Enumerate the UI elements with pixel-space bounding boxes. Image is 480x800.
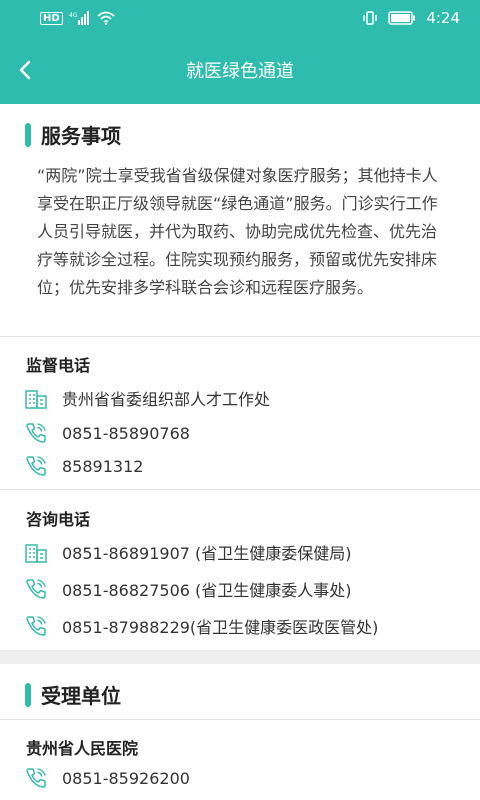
section-accent-bar (25, 682, 31, 707)
building-icon (25, 390, 47, 409)
units-section-header: 受理单位 (0, 680, 480, 709)
supervision-phone-text: 0851-85890768 (62, 423, 190, 443)
title-bar: 就医绿色通道 (0, 36, 480, 104)
phone-icon (26, 579, 46, 599)
page-title: 就医绿色通道 (186, 61, 294, 82)
status-left: HD 4G (40, 11, 115, 25)
service-section-header: 服务事项 (0, 120, 480, 149)
signal-icon: 4G (69, 11, 89, 25)
consult-row[interactable]: 0851-87988229(省卫生健康委医政医管处) (24, 614, 378, 638)
phone-icon (26, 616, 46, 636)
phone-icon (26, 423, 46, 443)
vibrate-icon (363, 11, 378, 25)
hd-badge: HD (40, 11, 63, 25)
battery-icon (388, 11, 416, 25)
consult-text: 0851-87988229(省卫生健康委医政医管处) (62, 618, 379, 637)
phone-icon (26, 768, 46, 788)
divider (0, 336, 480, 337)
network-type-label: 4G (69, 12, 78, 19)
units-section-title: 受理单位 (41, 684, 121, 708)
service-section: 服务事项 (0, 120, 480, 149)
back-arrow-icon[interactable] (14, 58, 38, 82)
divider (0, 489, 480, 490)
phone-icon (26, 456, 46, 476)
supervision-phone-text: 85891312 (62, 456, 144, 476)
hospital-name: 贵州省人民医院 (26, 739, 139, 758)
supervision-phone-row[interactable]: 85891312 (24, 454, 143, 478)
status-bar: HD 4G 4:24 (0, 0, 480, 36)
consult-text: 0851-86891907 (省卫生健康委保健局) (62, 544, 352, 563)
supervision-org-text: 贵州省省委组织部人才工作处 (62, 390, 271, 409)
hospital-phone-row[interactable]: 0851-85926200 (24, 766, 190, 790)
service-section-title: 服务事项 (41, 124, 121, 148)
consult-title: 咨询电话 (26, 510, 91, 529)
clock: 4:24 (426, 9, 460, 27)
supervision-phone-row[interactable]: 0851-85890768 (24, 421, 190, 445)
section-gap (0, 650, 480, 664)
consult-row[interactable]: 0851-86891907 (省卫生健康委保健局) (24, 540, 352, 564)
hospital-phone-text: 0851-85926200 (62, 768, 190, 788)
supervision-title: 监督电话 (26, 356, 91, 375)
supervision-org-row: 贵州省省委组织部人才工作处 (24, 386, 270, 410)
consult-text: 0851-86827506 (省卫生健康委人事处) (62, 581, 352, 600)
service-description: “两院”院士享受我省省级保健对象医疗服务；其他持卡人享受在职正厅级领导就医“绿色… (37, 166, 438, 297)
status-right: 4:24 (362, 9, 460, 27)
section-accent-bar (25, 122, 31, 147)
app-header: HD 4G 4:24 就医绿色通道 (0, 0, 480, 104)
consult-row[interactable]: 0851-86827506 (省卫生健康委人事处) (24, 577, 352, 601)
units-section: 受理单位 (0, 680, 480, 709)
divider (0, 719, 480, 720)
wifi-icon (97, 11, 115, 25)
building-icon (25, 544, 47, 563)
